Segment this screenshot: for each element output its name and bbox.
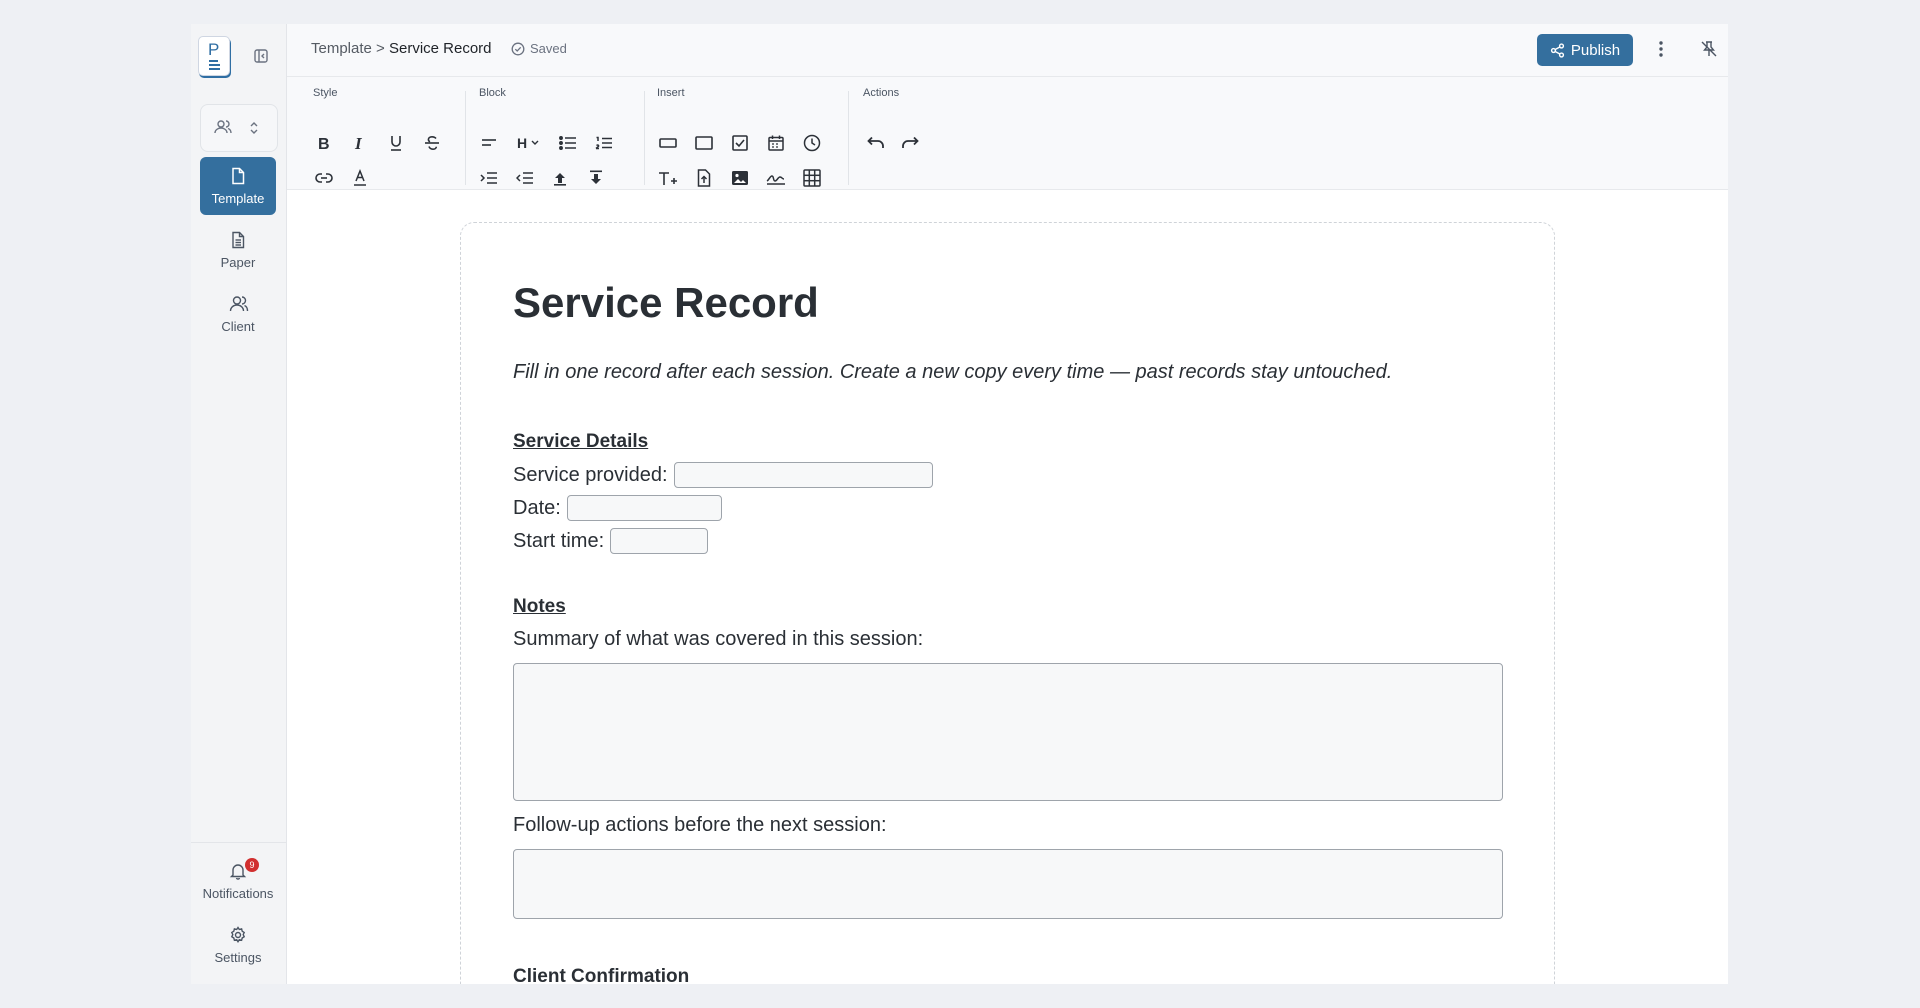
sidebar-item-client[interactable]: Client (200, 285, 276, 343)
sidebar-divider (191, 842, 286, 843)
service-provided-label: Service provided: (513, 463, 668, 486)
heading-glyph: H (516, 135, 528, 151)
text-area-icon[interactable] (690, 129, 718, 157)
image-icon[interactable] (726, 164, 754, 192)
text-field-icon[interactable] (654, 129, 682, 157)
unpin-icon[interactable] (1700, 40, 1718, 58)
sidebar-item-label: Template (211, 191, 265, 206)
service-provided-row: Service provided: (513, 462, 933, 488)
summary-label: Summary of what was covered in this sess… (513, 628, 924, 650)
sidebar-item-notifications[interactable]: 9 Notifications (200, 852, 276, 910)
document-intro[interactable]: Fill in one record after each session. C… (513, 361, 1392, 384)
move-down-icon[interactable] (582, 164, 610, 192)
group-label-actions: Actions (863, 87, 900, 99)
share-icon (1550, 42, 1565, 58)
link-icon[interactable] (310, 164, 338, 192)
editor-toolbar: Style Block Insert Actions B I H (287, 77, 1728, 190)
add-text-icon[interactable] (654, 164, 682, 192)
chevron-updown-icon (249, 121, 259, 135)
document-icon (229, 167, 247, 185)
breadcrumb: Template > Service Record (311, 40, 492, 57)
toolbar-divider (848, 91, 849, 185)
calendar-icon[interactable] (762, 129, 790, 157)
section-heading-notes[interactable]: Notes (513, 596, 566, 618)
sidebar: P Template Paper Client 9 Notifications … (191, 24, 287, 984)
table-icon[interactable] (798, 164, 826, 192)
checkbox-icon[interactable] (726, 129, 754, 157)
group-label-block: Block (479, 87, 506, 99)
sidebar-item-label: Client (221, 319, 255, 334)
document-title[interactable]: Service Record (513, 279, 819, 327)
document-page[interactable]: Service Record Fill in one record after … (460, 222, 1555, 984)
outdent-icon[interactable] (511, 164, 539, 192)
breadcrumb-separator: > (376, 40, 385, 57)
date-row: Date: (513, 495, 722, 521)
gear-icon (229, 926, 247, 944)
sidebar-item-label: Paper (220, 255, 256, 270)
sidebar-item-template[interactable]: Template (200, 157, 276, 215)
sidebar-item-settings[interactable]: Settings (200, 916, 276, 974)
sidebar-item-label: Settings (214, 950, 262, 965)
section-heading-service-details[interactable]: Service Details (513, 431, 648, 453)
underline-icon[interactable] (382, 129, 410, 157)
text-color-icon[interactable] (346, 164, 374, 192)
signature-icon[interactable] (762, 164, 790, 192)
toolbar-divider (465, 91, 466, 185)
bullet-list-icon[interactable] (554, 129, 582, 157)
save-status-text: Saved (530, 41, 567, 56)
date-input[interactable] (566, 495, 722, 521)
users-icon (229, 295, 249, 313)
svg-text:B: B (318, 136, 330, 151)
chevron-down-icon (531, 140, 539, 146)
followup-label: Follow-up actions before the next sessio… (513, 814, 887, 836)
group-label-insert: Insert (657, 87, 685, 99)
summary-textarea[interactable] (513, 663, 1503, 801)
move-up-icon[interactable] (546, 164, 574, 192)
sidebar-collapse-icon[interactable] (253, 48, 269, 64)
start-time-input[interactable] (610, 528, 709, 554)
workspace-switcher[interactable] (200, 104, 278, 152)
toolbar-divider (644, 91, 645, 185)
users-icon (214, 119, 232, 135)
save-status: Saved (511, 41, 567, 56)
more-options-icon[interactable] (1658, 40, 1664, 58)
check-circle-icon (511, 42, 525, 56)
breadcrumb-root[interactable]: Template (311, 40, 372, 57)
start-time-label: Start time: (513, 529, 605, 552)
breadcrumb-current: Service Record (388, 40, 492, 57)
notification-badge: 9 (245, 858, 259, 872)
publish-label: Publish (1570, 41, 1621, 59)
file-upload-icon[interactable] (690, 164, 718, 192)
heading-dropdown[interactable]: H (511, 129, 545, 157)
svg-text:I: I (354, 135, 363, 151)
top-header: Template > Service Record Saved Publish (287, 24, 1728, 77)
bold-icon[interactable]: B (310, 129, 338, 157)
app-logo: P (198, 36, 230, 76)
align-left-icon[interactable] (475, 129, 503, 157)
italic-icon[interactable]: I (346, 129, 374, 157)
section-heading-client-confirmation[interactable]: Client Confirmation (513, 966, 689, 984)
date-label: Date: (513, 496, 561, 519)
clock-icon[interactable] (798, 129, 826, 157)
undo-icon[interactable] (861, 129, 889, 157)
numbered-list-icon[interactable] (590, 129, 618, 157)
editor-canvas: Service Record Fill in one record after … (287, 190, 1728, 984)
followup-textarea[interactable] (513, 849, 1503, 919)
start-time-row: Start time: (513, 528, 709, 554)
app-window: P Template Paper Client 9 Notifications … (191, 24, 1728, 984)
paper-icon (229, 231, 247, 249)
group-label-style: Style (313, 87, 338, 99)
sidebar-item-label: Notifications (202, 886, 274, 901)
redo-icon[interactable] (897, 129, 925, 157)
sidebar-item-paper[interactable]: Paper (200, 221, 276, 279)
service-provided-input[interactable] (673, 462, 933, 488)
indent-icon[interactable] (475, 164, 503, 192)
strikethrough-icon[interactable] (418, 129, 446, 157)
publish-button[interactable]: Publish (1537, 34, 1633, 66)
